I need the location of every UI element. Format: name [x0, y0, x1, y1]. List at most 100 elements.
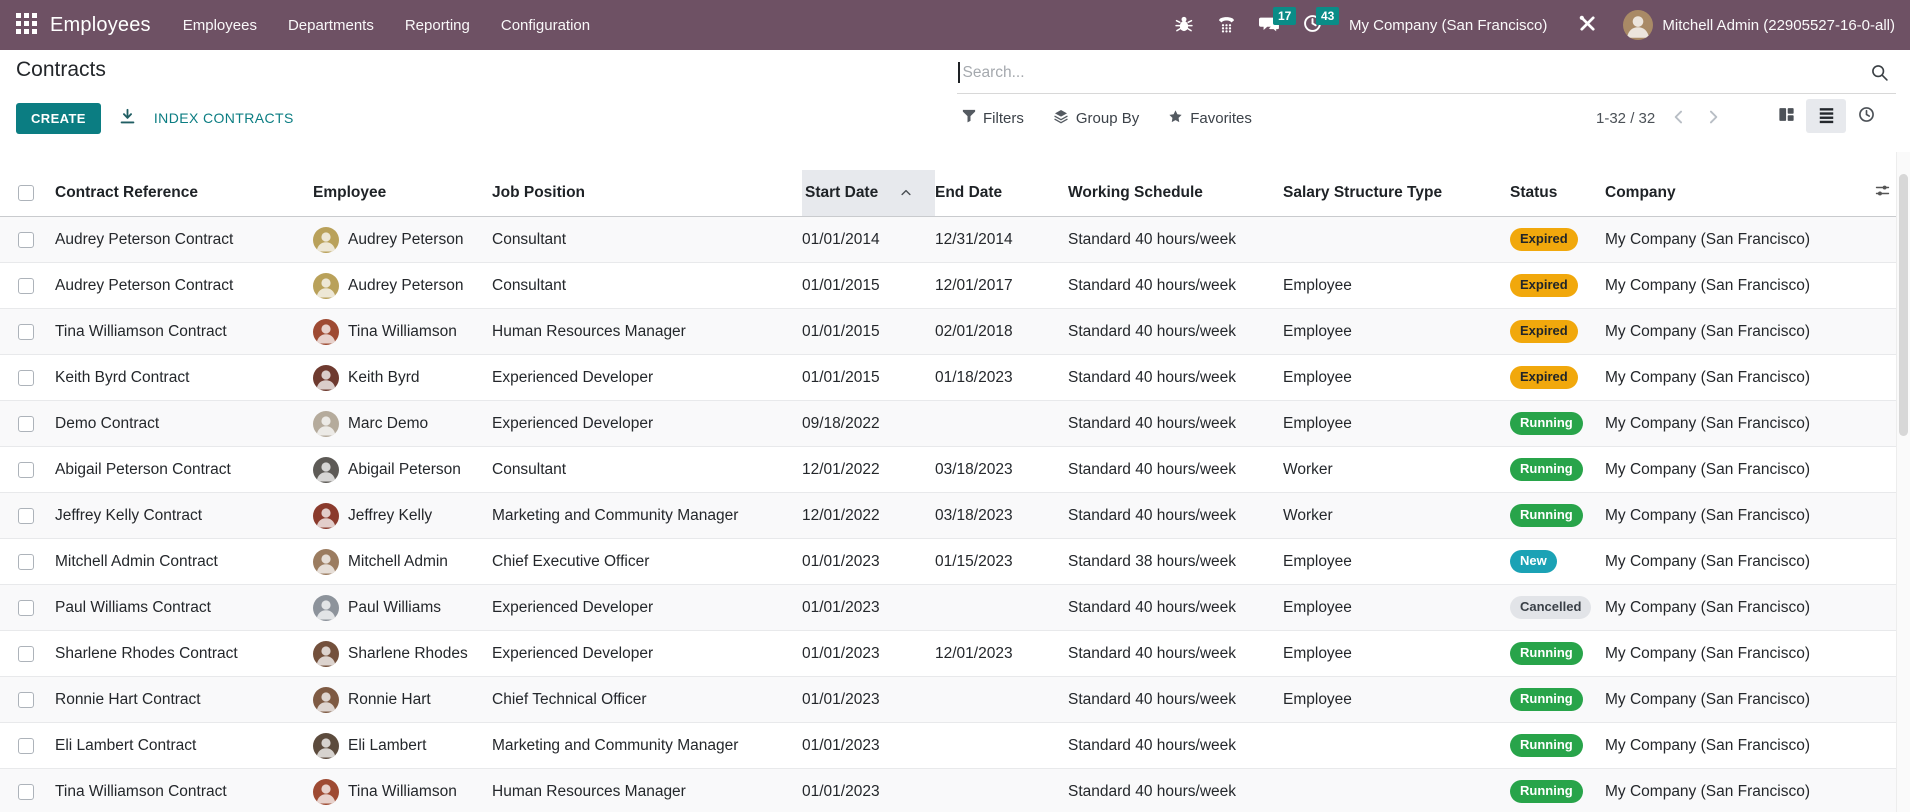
- working-schedule-cell: Standard 40 hours/week: [1068, 461, 1283, 479]
- scrollbar-thumb[interactable]: [1899, 174, 1908, 436]
- topbar: Employees Employees Departments Reportin…: [0, 0, 1910, 50]
- row-checkbox[interactable]: [18, 232, 34, 248]
- row-checkbox[interactable]: [18, 324, 34, 340]
- export-button[interactable]: [118, 107, 137, 129]
- header-job-position[interactable]: Job Position: [492, 170, 802, 216]
- menu-configuration[interactable]: Configuration: [501, 17, 590, 34]
- employee-avatar: [313, 227, 339, 253]
- row-checkbox[interactable]: [18, 600, 34, 616]
- employee-cell: Paul Williams: [313, 595, 492, 621]
- row-checkbox[interactable]: [18, 462, 34, 478]
- employee-cell: Marc Demo: [313, 411, 492, 437]
- app-name[interactable]: Employees: [50, 14, 151, 37]
- table-row[interactable]: Tina Williamson Contract Tina Williamson…: [0, 309, 1896, 355]
- header-employee[interactable]: Employee: [313, 170, 492, 216]
- row-checkbox[interactable]: [18, 416, 34, 432]
- status-cell: Expired: [1510, 274, 1605, 296]
- status-cell: Expired: [1510, 228, 1605, 250]
- end-date-cell: 02/01/2018: [935, 323, 1068, 341]
- list-view-button[interactable]: [1806, 99, 1846, 133]
- voip-button[interactable]: [1210, 0, 1244, 50]
- header-contract-reference[interactable]: Contract Reference: [55, 170, 313, 216]
- header-status[interactable]: Status: [1510, 170, 1605, 216]
- select-all-checkbox[interactable]: [18, 185, 34, 201]
- company-cell: My Company (San Francisco): [1605, 691, 1868, 709]
- header-end-date[interactable]: End Date: [935, 170, 1068, 216]
- table-row[interactable]: Audrey Peterson Contract Audrey Peterson…: [0, 263, 1896, 309]
- employee-name: Mitchell Admin: [348, 553, 448, 571]
- search-input[interactable]: [960, 64, 1871, 82]
- table-row[interactable]: Demo Contract Marc Demo Experienced Deve…: [0, 401, 1896, 447]
- employee-avatar: [313, 779, 339, 805]
- messages-button[interactable]: 17: [1253, 0, 1287, 50]
- row-checkbox[interactable]: [18, 738, 34, 754]
- menu-employees[interactable]: Employees: [183, 17, 257, 34]
- row-checkbox[interactable]: [18, 370, 34, 386]
- salary-structure-type-cell: Employee: [1283, 369, 1510, 387]
- create-button[interactable]: CREATE: [16, 103, 101, 134]
- row-checkbox[interactable]: [18, 692, 34, 708]
- row-checkbox[interactable]: [18, 278, 34, 294]
- filter-icon: [962, 109, 976, 127]
- employee-name: Sharlene Rhodes: [348, 645, 468, 663]
- status-badge: Expired: [1510, 228, 1578, 250]
- activities-button[interactable]: 43: [1296, 0, 1330, 50]
- row-checkbox[interactable]: [18, 554, 34, 570]
- header-working-schedule[interactable]: Working Schedule: [1068, 170, 1283, 216]
- user-menu[interactable]: Mitchell Admin (22905527-16-0-all): [1623, 10, 1895, 40]
- apps-menu-button[interactable]: [16, 13, 37, 37]
- job-position-cell: Marketing and Community Manager: [492, 507, 802, 525]
- activity-view-button[interactable]: [1846, 99, 1886, 133]
- row-checkbox[interactable]: [18, 508, 34, 524]
- pager-next-button[interactable]: [1703, 107, 1723, 130]
- header-start-date[interactable]: Start Date: [802, 170, 935, 216]
- employee-cell: Eli Lambert: [313, 733, 492, 759]
- employee-avatar: [313, 319, 339, 345]
- row-checkbox[interactable]: [18, 646, 34, 662]
- start-date-cell: 12/01/2022: [802, 461, 935, 479]
- kanban-view-button[interactable]: [1766, 99, 1806, 133]
- table-row[interactable]: Paul Williams Contract Paul Williams Exp…: [0, 585, 1896, 631]
- header-company[interactable]: Company: [1605, 170, 1868, 216]
- menu-reporting[interactable]: Reporting: [405, 17, 470, 34]
- start-date-cell: 01/01/2023: [802, 599, 935, 617]
- start-date-cell: 12/01/2022: [802, 507, 935, 525]
- topbar-menu: Employees Departments Reporting Configur…: [183, 17, 590, 34]
- filters-button[interactable]: Filters: [962, 109, 1024, 127]
- pager-previous-button[interactable]: [1669, 107, 1689, 130]
- status-badge: Running: [1510, 504, 1583, 526]
- employee-name: Tina Williamson: [348, 783, 457, 801]
- vertical-scrollbar[interactable]: [1896, 152, 1910, 812]
- table-row[interactable]: Mitchell Admin Contract Mitchell Admin C…: [0, 539, 1896, 585]
- column-options-button[interactable]: [1868, 170, 1896, 216]
- table-row[interactable]: Ronnie Hart Contract Ronnie Hart Chief T…: [0, 677, 1896, 723]
- employee-name: Ronnie Hart: [348, 691, 431, 709]
- debug-button[interactable]: [1167, 0, 1201, 50]
- employee-name: Audrey Peterson: [348, 277, 463, 295]
- status-cell: Running: [1510, 504, 1605, 526]
- tools-button[interactable]: [1570, 0, 1604, 50]
- header-salary-structure-type[interactable]: Salary Structure Type: [1283, 170, 1510, 216]
- end-date-cell: 12/01/2017: [935, 277, 1068, 295]
- table-row[interactable]: Eli Lambert Contract Eli Lambert Marketi…: [0, 723, 1896, 769]
- employee-name: Marc Demo: [348, 415, 428, 433]
- table-header: Contract Reference Employee Job Position…: [0, 170, 1896, 217]
- search-icon[interactable]: [1870, 63, 1890, 83]
- employee-avatar: [313, 457, 339, 483]
- index-contracts-button[interactable]: INDEX CONTRACTS: [154, 110, 294, 126]
- user-avatar: [1623, 10, 1653, 40]
- table-row[interactable]: Sharlene Rhodes Contract Sharlene Rhodes…: [0, 631, 1896, 677]
- row-checkbox[interactable]: [18, 784, 34, 800]
- table-row[interactable]: Audrey Peterson Contract Audrey Peterson…: [0, 217, 1896, 263]
- company-switcher[interactable]: My Company (San Francisco): [1349, 17, 1547, 34]
- table-row[interactable]: Keith Byrd Contract Keith Byrd Experienc…: [0, 355, 1896, 401]
- group-by-button[interactable]: Group By: [1053, 108, 1139, 128]
- contract-reference-cell: Eli Lambert Contract: [55, 737, 313, 755]
- contract-reference-cell: Demo Contract: [55, 415, 313, 433]
- table-row[interactable]: Jeffrey Kelly Contract Jeffrey Kelly Mar…: [0, 493, 1896, 539]
- menu-departments[interactable]: Departments: [288, 17, 374, 34]
- table-row[interactable]: Tina Williamson Contract Tina Williamson…: [0, 769, 1896, 812]
- contract-reference-cell: Keith Byrd Contract: [55, 369, 313, 387]
- table-row[interactable]: Abigail Peterson Contract Abigail Peters…: [0, 447, 1896, 493]
- favorites-button[interactable]: Favorites: [1168, 109, 1252, 128]
